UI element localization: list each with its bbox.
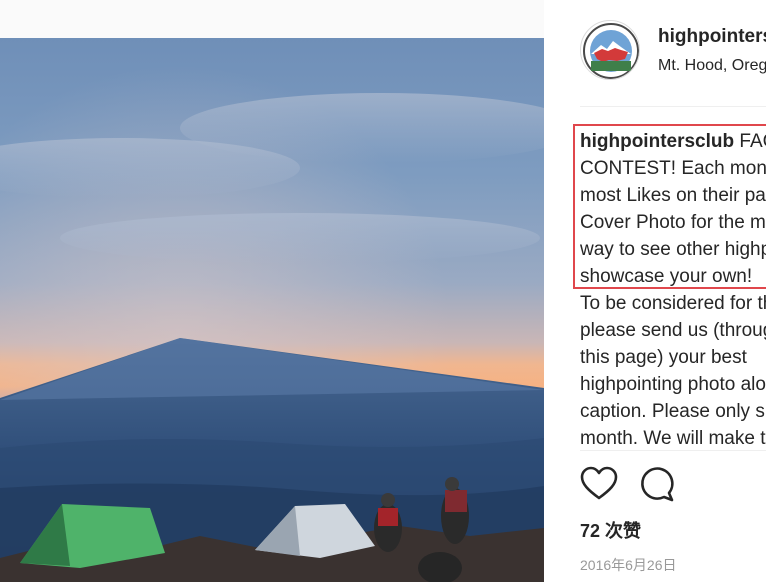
caption-line: month. We will make the selections... — [580, 428, 766, 449]
likes-count[interactable]: 72 次赞 — [580, 517, 641, 543]
header-divider — [580, 106, 766, 107]
caption-line: most Likes on their page will become our — [580, 185, 766, 206]
caption-line: this page) your best — [580, 347, 747, 368]
caption-line: showcase your own! — [580, 266, 753, 287]
post-location[interactable]: Mt. Hood, Oregon — [658, 57, 766, 75]
caption-line: To be considered for this month's contes… — [580, 293, 766, 314]
caption-line: CONTEST! Each month, the photo with the — [580, 158, 766, 179]
caption-line: Cover Photo for the month. It's a great — [580, 212, 766, 233]
comment-button[interactable] — [638, 464, 676, 504]
like-button[interactable] — [580, 464, 618, 504]
caption-line: highpointersclub FACEBOOK COVER PHOTO — [580, 128, 766, 155]
avatar[interactable] — [580, 20, 640, 80]
mountain-shadow-photo — [0, 38, 544, 582]
caption-text: FACEBOOK COVER PHOTO — [739, 131, 766, 152]
caption-username[interactable]: highpointersclub — [580, 131, 734, 152]
caption-divider — [580, 450, 766, 451]
caption-line: please send us (through the message link… — [580, 320, 766, 341]
heart-icon — [580, 466, 618, 500]
comment-icon — [641, 467, 674, 502]
post-header: highpointersclub Mt. Hood, Oregon — [544, 0, 766, 106]
caption-line: way to see other highpointers' photos an… — [580, 239, 766, 260]
post-caption: highpointersclub FACEBOOK COVER PHOTO CO… — [580, 128, 766, 450]
post-photo[interactable] — [0, 38, 544, 582]
caption-line: highpointing photo along with a short — [580, 374, 766, 395]
highpointers-club-logo — [581, 21, 639, 79]
post-username[interactable]: highpointersclub — [658, 26, 766, 48]
caption-line: caption. Please only submit one photo pe… — [580, 401, 766, 422]
post-details-panel: highpointersclub Mt. Hood, Oregon highpo… — [544, 0, 766, 582]
instagram-post-view: highpointersclub Mt. Hood, Oregon highpo… — [0, 0, 766, 582]
post-date[interactable]: 2016年6月26日 — [580, 555, 677, 575]
